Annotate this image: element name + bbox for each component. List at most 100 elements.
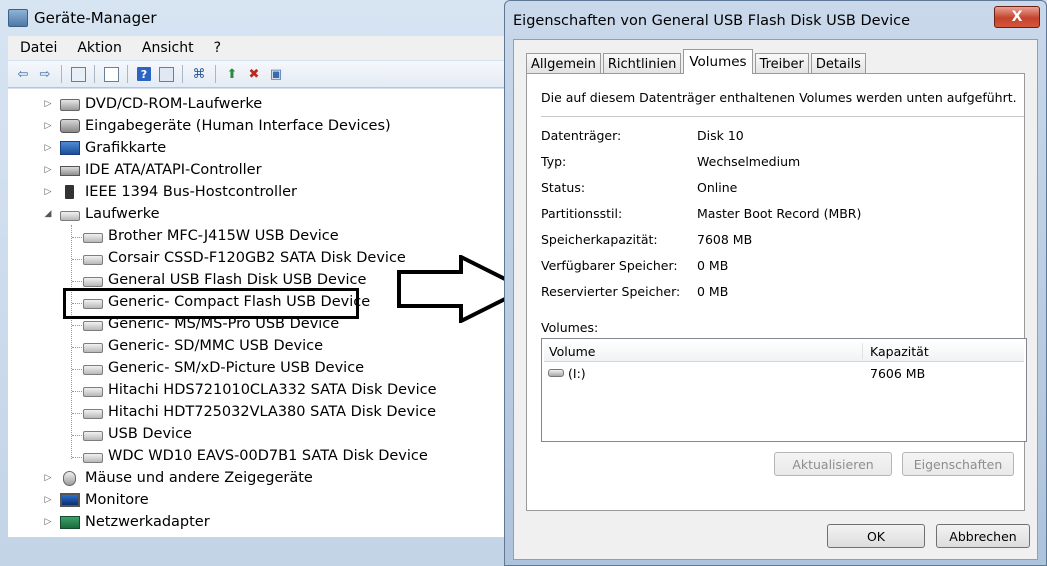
tree-item-label: Laufwerke: [85, 206, 160, 222]
tab-volumes[interactable]: Volumes: [683, 49, 753, 74]
show-hide-tree-icon[interactable]: [69, 65, 87, 83]
disk-drive-icon: [83, 276, 103, 287]
tree-item-disk[interactable]: Generic- SM/xD-Picture USB Device: [83, 357, 364, 379]
disk-drive-icon: [60, 210, 80, 221]
tab-richtlinien[interactable]: Richtlinien: [602, 53, 682, 74]
prop-label-partition-style: Partitionsstil:: [541, 206, 623, 221]
help-icon[interactable]: ?: [135, 65, 153, 83]
network-adapter-icon: [60, 515, 80, 529]
mouse-icon: [63, 470, 76, 486]
menu-ansicht[interactable]: Ansicht: [130, 40, 202, 56]
toolbar: ⇦ ⇨ ? ⌘ ⬆ ✖ ▣: [8, 61, 513, 88]
panel-description: Die auf diesem Datenträger enthaltenen V…: [541, 90, 1017, 105]
tree-item-disk[interactable]: Generic- SD/MMC USB Device: [83, 335, 323, 357]
tree-item-label: IDE ATA/ATAPI-Controller: [85, 162, 262, 178]
tree-item-label: General USB Flash Disk USB Device: [108, 272, 367, 288]
toolbar-separator: [215, 65, 216, 83]
view-icon[interactable]: [157, 65, 175, 83]
firewire-icon: [65, 185, 74, 199]
forward-arrow-icon[interactable]: ⇨: [36, 65, 54, 83]
expand-arrow-icon[interactable]: ▷: [44, 99, 52, 109]
disk-drive-icon: [83, 254, 103, 265]
refresh-button[interactable]: Aktualisieren: [774, 452, 892, 476]
tree-item-graphics[interactable]: Grafikkarte: [60, 137, 166, 159]
expand-arrow-icon[interactable]: ▷: [44, 165, 52, 175]
tree-guide-line: [72, 457, 82, 458]
close-button[interactable]: X: [994, 6, 1040, 28]
disk-drive-icon: [83, 386, 103, 397]
properties-icon[interactable]: [102, 65, 120, 83]
update-driver-icon[interactable]: ⬆: [223, 65, 241, 83]
drive-icon: [548, 369, 564, 377]
tab-treiber[interactable]: Treiber: [754, 53, 809, 74]
menu-datei[interactable]: Datei: [8, 40, 65, 56]
tree-item-label: Mäuse und andere Zeigegeräte: [85, 470, 313, 486]
tree-item-disk[interactable]: Brother MFC-J415W USB Device: [83, 225, 339, 247]
collapse-arrow-icon[interactable]: ◢: [44, 209, 52, 219]
tree-item-disk[interactable]: USB Device: [83, 423, 192, 445]
tree-guide-line: [72, 325, 82, 326]
prop-label-available: Verfügbarer Speicher:: [541, 258, 678, 273]
column-divider[interactable]: [862, 343, 863, 359]
menu-help[interactable]: ?: [202, 40, 229, 56]
tree-item-label: Hitachi HDT725032VLA380 SATA Disk Device: [108, 404, 436, 420]
ide-controller-icon: [60, 166, 80, 176]
ok-button[interactable]: OK: [827, 524, 925, 548]
tree-guide-line: [72, 281, 82, 282]
volumes-list[interactable]: Volume Kapazität (I:) 7606 MB: [541, 338, 1027, 442]
tree-item-network[interactable]: Netzwerkadapter: [60, 511, 210, 533]
tree-item-hid[interactable]: Eingabegeräte (Human Interface Devices): [60, 115, 391, 137]
disk-drive-icon: [83, 232, 103, 243]
list-item[interactable]: (I:) 7606 MB: [544, 365, 1024, 383]
properties-button[interactable]: Eigenschaften: [902, 452, 1014, 476]
tab-strip: Allgemein Richtlinien Volumes Treiber De…: [526, 49, 868, 74]
volumes-list-header: Volume Kapazität: [544, 341, 1024, 362]
menu-bar: Datei Aktion Ansicht ?: [8, 36, 513, 60]
tree-item-disk[interactable]: Hitachi HDT725032VLA380 SATA Disk Device: [83, 401, 436, 423]
monitor-icon: [60, 493, 80, 507]
close-icon: X: [1011, 9, 1023, 25]
expand-arrow-icon[interactable]: ▷: [44, 121, 52, 131]
tree-item-label: Eingabegeräte (Human Interface Devices): [85, 118, 391, 134]
tree-item-label: Corsair CSSD-F120GB2 SATA Disk Device: [108, 250, 406, 266]
uninstall-icon[interactable]: ✖: [245, 65, 263, 83]
tree-item-ide[interactable]: IDE ATA/ATAPI-Controller: [60, 159, 262, 181]
dialog-body: Allgemein Richtlinien Volumes Treiber De…: [513, 39, 1038, 560]
toolbar-separator: [127, 65, 128, 83]
prop-label-capacity: Speicherkapazität:: [541, 232, 658, 247]
disk-drive-icon: [83, 430, 103, 441]
prop-value-reserved: 0 MB: [697, 284, 729, 299]
expand-arrow-icon[interactable]: ▷: [44, 517, 52, 527]
back-arrow-icon[interactable]: ⇦: [14, 65, 32, 83]
tree-item-dvd[interactable]: DVD/CD-ROM-Laufwerke: [60, 93, 262, 115]
tree-item-laufwerke[interactable]: Laufwerke: [60, 203, 160, 225]
tree-item-ieee1394[interactable]: IEEE 1394 Bus-Hostcontroller: [60, 181, 297, 203]
tree-item-disk[interactable]: Hitachi HDS721010CLA332 SATA Disk Device: [83, 379, 437, 401]
expand-arrow-icon[interactable]: ▷: [44, 187, 52, 197]
toolbar-separator: [61, 65, 62, 83]
tree-guide-line: [72, 369, 82, 370]
expand-arrow-icon[interactable]: ▷: [44, 473, 52, 483]
display-adapter-icon: [60, 141, 80, 155]
prop-value-status: Online: [697, 180, 738, 195]
toolbar-separator: [94, 65, 95, 83]
disk-drive-icon: [83, 320, 103, 331]
tree-item-mice[interactable]: Mäuse und andere Zeigegeräte: [60, 467, 313, 489]
expand-arrow-icon[interactable]: ▷: [44, 495, 52, 505]
tree-item-label: Netzwerkadapter: [85, 514, 210, 530]
highlight-annotation-box: [63, 288, 359, 319]
disable-device-icon[interactable]: ▣: [267, 65, 285, 83]
tab-allgemein[interactable]: Allgemein: [526, 53, 601, 74]
menu-aktion[interactable]: Aktion: [65, 40, 130, 56]
tab-details[interactable]: Details: [810, 53, 866, 74]
tree-item-disk[interactable]: WDC WD10 EAVS-00D7B1 SATA Disk Device: [83, 445, 428, 467]
column-header-volume[interactable]: Volume: [549, 344, 596, 359]
expand-arrow-icon[interactable]: ▷: [44, 143, 52, 153]
scan-hardware-icon[interactable]: ⌘: [190, 65, 208, 83]
prop-value-available: 0 MB: [697, 258, 729, 273]
tree-item-disk[interactable]: Corsair CSSD-F120GB2 SATA Disk Device: [83, 247, 406, 269]
tree-item-monitors[interactable]: Monitore: [60, 489, 149, 511]
column-header-capacity[interactable]: Kapazität: [870, 344, 929, 359]
cancel-button[interactable]: Abbrechen: [936, 524, 1030, 548]
prop-value-partition-style: Master Boot Record (MBR): [697, 206, 862, 221]
